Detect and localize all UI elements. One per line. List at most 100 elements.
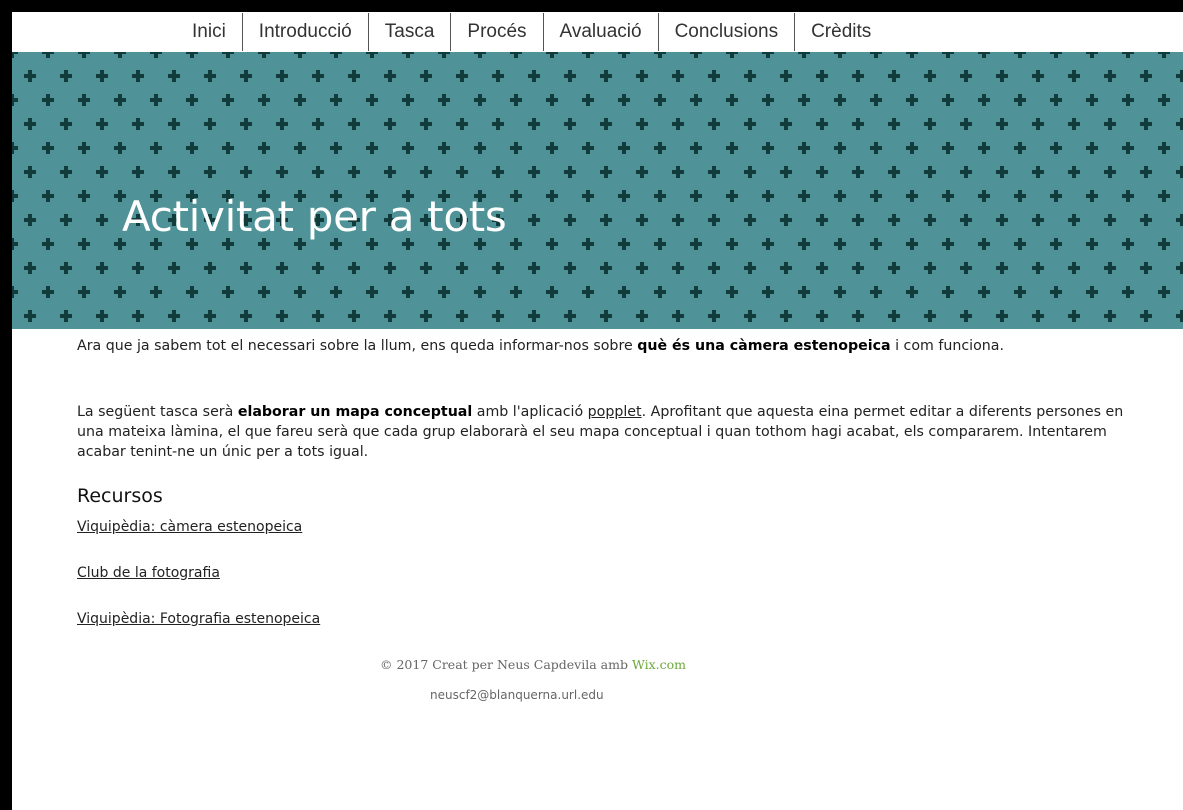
plus-icon xyxy=(456,310,468,322)
plus-icon xyxy=(960,214,972,226)
plus-icon xyxy=(744,262,756,274)
plus-icon xyxy=(402,286,414,298)
nav-item-introduccio[interactable]: Introducció xyxy=(241,13,368,51)
task-bold: elaborar un mapa conceptual xyxy=(237,404,473,420)
plus-icon xyxy=(852,70,864,82)
plus-icon xyxy=(870,142,882,154)
plus-icon xyxy=(600,70,612,82)
plus-icon xyxy=(780,70,792,82)
plus-icon xyxy=(1068,310,1080,322)
plus-icon xyxy=(762,142,774,154)
plus-icon xyxy=(240,118,252,130)
nav-item-credits[interactable]: Crèdits xyxy=(794,13,887,51)
wix-link[interactable]: Wix.com xyxy=(632,657,686,672)
plus-icon xyxy=(402,94,414,106)
footer-copyright: © 2017 Creat per Neus Capdevila amb Wix.… xyxy=(380,657,686,672)
plus-icon xyxy=(384,118,396,130)
plus-icon xyxy=(474,142,486,154)
plus-icon xyxy=(258,286,270,298)
plus-icon xyxy=(456,118,468,130)
task-text: La següent tasca serà xyxy=(77,404,238,420)
plus-icon xyxy=(510,142,522,154)
nav-item-tasca[interactable]: Tasca xyxy=(367,13,451,51)
plus-icon xyxy=(402,52,414,58)
plus-icon xyxy=(618,286,630,298)
plus-icon xyxy=(42,286,54,298)
plus-icon xyxy=(24,310,36,322)
plus-icon xyxy=(1140,70,1152,82)
plus-icon xyxy=(1176,214,1183,226)
plus-icon xyxy=(1176,70,1183,82)
intro-paragraph-2: La següent tasca serà elaborar un mapa c… xyxy=(77,402,1137,462)
plus-icon xyxy=(60,214,72,226)
plus-icon xyxy=(420,310,432,322)
plus-icon xyxy=(402,142,414,154)
plus-icon xyxy=(1068,118,1080,130)
plus-icon xyxy=(168,166,180,178)
plus-icon xyxy=(60,166,72,178)
plus-icon xyxy=(780,118,792,130)
plus-icon xyxy=(690,94,702,106)
plus-icon xyxy=(546,190,558,202)
plus-icon xyxy=(654,94,666,106)
plus-icon xyxy=(96,214,108,226)
plus-icon xyxy=(924,70,936,82)
plus-icon xyxy=(978,142,990,154)
intro-text-end: i com funciona. xyxy=(890,338,1004,354)
plus-icon xyxy=(708,70,720,82)
plus-icon xyxy=(240,310,252,322)
plus-icon xyxy=(528,118,540,130)
plus-icon xyxy=(528,310,540,322)
plus-icon xyxy=(1158,94,1170,106)
plus-icon xyxy=(96,166,108,178)
plus-icon xyxy=(330,52,342,58)
resource-link-viquipedia-fotografia[interactable]: Viquipèdia: Fotografia estenopeica xyxy=(77,611,320,627)
main-nav: Inici Introducció Tasca Procés Avaluació… xyxy=(176,13,887,51)
plus-icon xyxy=(564,262,576,274)
plus-icon xyxy=(762,94,774,106)
nav-item-conclusions[interactable]: Conclusions xyxy=(657,13,795,51)
popplet-link[interactable]: popplet xyxy=(588,404,642,420)
plus-icon xyxy=(600,262,612,274)
nav-item-proces[interactable]: Procés xyxy=(450,13,542,51)
plus-icon xyxy=(816,310,828,322)
plus-icon xyxy=(744,70,756,82)
plus-icon xyxy=(384,262,396,274)
plus-icon xyxy=(618,94,630,106)
plus-icon xyxy=(708,166,720,178)
plus-icon xyxy=(258,52,270,58)
plus-icon xyxy=(654,190,666,202)
plus-icon xyxy=(42,142,54,154)
plus-icon xyxy=(96,118,108,130)
plus-icon xyxy=(996,70,1008,82)
plus-icon xyxy=(888,310,900,322)
plus-icon xyxy=(456,70,468,82)
plus-icon xyxy=(1050,52,1062,58)
resource-link-viquipedia-camera[interactable]: Viquipèdia: càmera estenopeica xyxy=(77,519,302,535)
plus-icon xyxy=(474,94,486,106)
plus-icon xyxy=(726,52,738,58)
plus-icon xyxy=(888,214,900,226)
plus-icon xyxy=(294,142,306,154)
plus-icon xyxy=(276,310,288,322)
plus-icon xyxy=(222,94,234,106)
plus-icon xyxy=(1122,94,1134,106)
nav-item-inici[interactable]: Inici xyxy=(176,13,242,51)
resource-link-club-fotografia[interactable]: Club de la fotografia xyxy=(77,565,220,581)
plus-icon xyxy=(78,142,90,154)
plus-icon xyxy=(654,52,666,58)
plus-icon xyxy=(1140,166,1152,178)
plus-icon xyxy=(582,286,594,298)
plus-icon xyxy=(708,214,720,226)
plus-icon xyxy=(924,118,936,130)
plus-icon xyxy=(168,310,180,322)
plus-icon xyxy=(834,142,846,154)
nav-item-avaluacio[interactable]: Avaluació xyxy=(542,13,658,51)
plus-icon xyxy=(222,52,234,58)
plus-icon xyxy=(672,310,684,322)
plus-icon xyxy=(564,214,576,226)
plus-icon xyxy=(960,118,972,130)
plus-icon xyxy=(438,52,450,58)
plus-icon xyxy=(690,190,702,202)
plus-icon xyxy=(780,310,792,322)
